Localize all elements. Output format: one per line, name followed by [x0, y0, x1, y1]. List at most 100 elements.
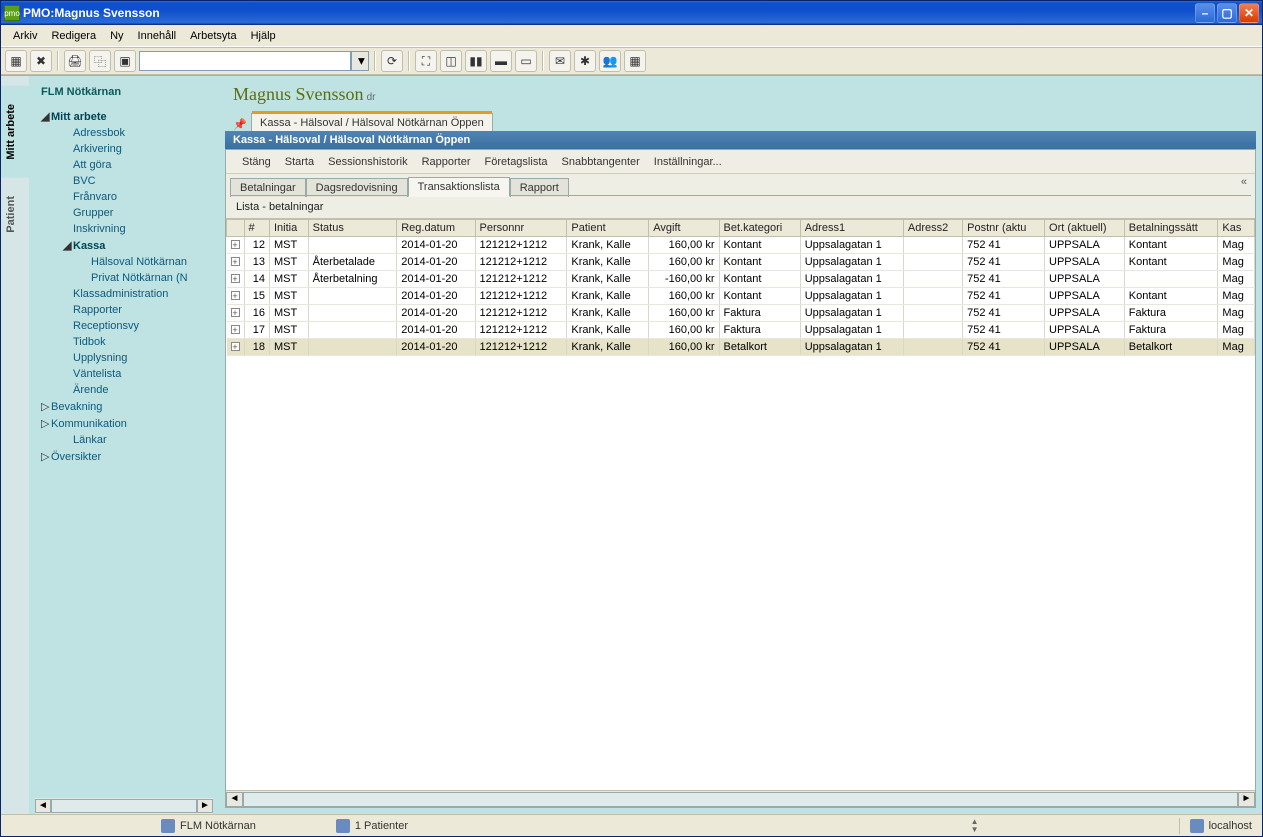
toolbar-dropdown[interactable]: ▾ [139, 51, 369, 71]
column-header[interactable]: Adress1 [800, 220, 903, 237]
tool-users-icon[interactable]: 👥 [599, 50, 621, 72]
nav-item[interactable]: Grupper [35, 205, 219, 221]
column-header[interactable]: Adress2 [903, 220, 962, 237]
nav-item[interactable]: Länkar [35, 432, 219, 448]
nav-item[interactable]: BVC [35, 173, 219, 189]
nav-item[interactable]: Ärende [35, 382, 219, 398]
menu-arbetsyta[interactable]: Arbetsyta [184, 28, 242, 44]
status-updown-icon[interactable]: ▲▼ [971, 818, 979, 834]
nav-item[interactable]: Receptionsvy [35, 318, 219, 334]
panel-menu-installningar[interactable]: Inställningar... [654, 156, 722, 168]
nav-item[interactable]: Tidbok [35, 334, 219, 350]
column-header[interactable]: Ort (aktuell) [1045, 220, 1125, 237]
nav-item[interactable]: ▷Bevakning [35, 398, 219, 415]
tab-betalningar[interactable]: Betalningar [230, 178, 306, 197]
column-header[interactable]: Status [308, 220, 397, 237]
table-row[interactable]: +15MST2014-01-20121212+1212Krank, Kalle1… [227, 288, 1255, 305]
toolbar-dropdown-button[interactable]: ▾ [351, 51, 369, 71]
grid-scroll-right-icon[interactable]: ► [1238, 792, 1255, 807]
panel-menu-starta[interactable]: Starta [285, 156, 314, 168]
close-button[interactable]: ✕ [1239, 3, 1259, 23]
table-row[interactable]: +14MSTÅterbetalning2014-01-20121212+1212… [227, 271, 1255, 288]
column-header[interactable]: Personnr [475, 220, 567, 237]
tab-rapport[interactable]: Rapport [510, 178, 569, 197]
nav-item[interactable]: Väntelista [35, 366, 219, 382]
tool-new-icon[interactable]: ▦ [5, 50, 27, 72]
tool-layout5-icon[interactable]: ▭ [515, 50, 537, 72]
nav-item[interactable]: Adressbok [35, 125, 219, 141]
tool-print-icon[interactable]: 🖨 [64, 50, 86, 72]
nav-item[interactable]: ◢Mitt arbete [35, 108, 219, 125]
menu-innehall[interactable]: Innehåll [132, 28, 183, 44]
side-tab-patient[interactable]: Patient [1, 178, 29, 251]
nav-item[interactable]: ◢Kassa [35, 237, 219, 254]
tool-grid-icon[interactable]: ▦ [624, 50, 646, 72]
panel-menu-sessionshistorik[interactable]: Sessionshistorik [328, 156, 407, 168]
nav-scroll-left-icon[interactable]: ◄ [35, 799, 51, 813]
column-header[interactable]: Bet.kategori [719, 220, 800, 237]
menu-arkiv[interactable]: Arkiv [7, 28, 43, 44]
nav-item[interactable]: Att göra [35, 157, 219, 173]
tool-mail-icon[interactable]: ✉ [549, 50, 571, 72]
minimize-button[interactable]: – [1195, 3, 1215, 23]
grid-hscroll[interactable]: ◄ ► [226, 790, 1255, 807]
menu-hjalp[interactable]: Hjälp [245, 28, 282, 44]
nav-item[interactable]: ▷Översikter [35, 448, 219, 465]
nav-item[interactable]: Upplysning [35, 350, 219, 366]
tab-transaktionslista[interactable]: Transaktionslista [408, 177, 510, 197]
column-header[interactable]: Postnr (aktu [963, 220, 1045, 237]
column-header[interactable]: Reg.datum [397, 220, 475, 237]
nav-item[interactable]: Arkivering [35, 141, 219, 157]
workspace-tab[interactable]: Kassa - Hälsoval / Hälsoval Nötkärnan Öp… [251, 113, 493, 131]
panel-menu-stang[interactable]: Stäng [242, 156, 271, 168]
column-header[interactable]: Avgift [649, 220, 719, 237]
column-header[interactable]: Initia [269, 220, 308, 237]
nav-scroll-right-icon[interactable]: ► [197, 799, 213, 813]
side-tab-mitt-arbete[interactable]: Mitt arbete [1, 86, 29, 178]
column-header[interactable]: Patient [567, 220, 649, 237]
tool-layout1-icon[interactable]: ⛶ [415, 50, 437, 72]
table-cell: Kontant [719, 237, 800, 254]
tab-dagsredovisning[interactable]: Dagsredovisning [306, 178, 408, 197]
table-row[interactable]: +12MST2014-01-20121212+1212Krank, Kalle1… [227, 237, 1255, 254]
tool-window-icon[interactable]: ▣ [114, 50, 136, 72]
column-header[interactable] [227, 220, 245, 237]
tool-layout3-icon[interactable]: ▮▮ [465, 50, 487, 72]
tool-layout2-icon[interactable]: ◫ [440, 50, 462, 72]
tool-star-icon[interactable]: ✱ [574, 50, 596, 72]
column-header[interactable]: # [244, 220, 269, 237]
menu-redigera[interactable]: Redigera [45, 28, 102, 44]
tool-refresh-icon[interactable]: ⟳ [381, 50, 403, 72]
transaction-grid[interactable]: #InitiaStatusReg.datumPersonnrPatientAvg… [226, 218, 1255, 790]
table-row[interactable]: +16MST2014-01-20121212+1212Krank, Kalle1… [227, 305, 1255, 322]
panel-menu-rapporter[interactable]: Rapporter [422, 156, 471, 168]
nav-item[interactable]: Privat Nötkärnan (N [35, 270, 219, 286]
tool-delete-icon[interactable]: ✖ [30, 50, 52, 72]
table-row[interactable]: +13MSTÅterbetalade2014-01-20121212+1212K… [227, 254, 1255, 271]
nav-item[interactable]: Rapporter [35, 302, 219, 318]
maximize-button[interactable]: ▢ [1217, 3, 1237, 23]
nav-scroll-track[interactable] [51, 799, 197, 813]
grid-scroll-track[interactable] [243, 792, 1238, 807]
collapse-handle-icon[interactable]: « [1241, 176, 1247, 188]
nav-hscroll[interactable]: ◄ ► [35, 798, 213, 814]
nav-item[interactable]: Frånvaro [35, 189, 219, 205]
grid-scroll-left-icon[interactable]: ◄ [226, 792, 243, 807]
panel-menu-snabbtangenter[interactable]: Snabbtangenter [562, 156, 640, 168]
nav-item[interactable]: Klassadministration [35, 286, 219, 302]
tool-layout4-icon[interactable]: ▬ [490, 50, 512, 72]
column-header[interactable]: Kas [1218, 220, 1255, 237]
table-cell: 2014-01-20 [397, 237, 475, 254]
table-row[interactable]: +18MST2014-01-20121212+1212Krank, Kalle1… [227, 339, 1255, 356]
nav-item[interactable]: Hälsoval Nötkärnan [35, 254, 219, 270]
nav-tree[interactable]: ◢Mitt arbeteAdressbokArkiveringAtt göraB… [35, 108, 219, 796]
pin-icon[interactable]: 📌 [233, 118, 245, 131]
panel-menu-foretagslista[interactable]: Företagslista [485, 156, 548, 168]
table-row[interactable]: +17MST2014-01-20121212+1212Krank, Kalle1… [227, 322, 1255, 339]
nav-item[interactable]: Inskrivning [35, 221, 219, 237]
tool-copy-icon[interactable]: ⿻ [89, 50, 111, 72]
column-header[interactable]: Betalningssätt [1124, 220, 1218, 237]
nav-item[interactable]: ▷Kommunikation [35, 415, 219, 432]
toolbar-dropdown-input[interactable] [139, 51, 351, 71]
menu-ny[interactable]: Ny [104, 28, 129, 44]
